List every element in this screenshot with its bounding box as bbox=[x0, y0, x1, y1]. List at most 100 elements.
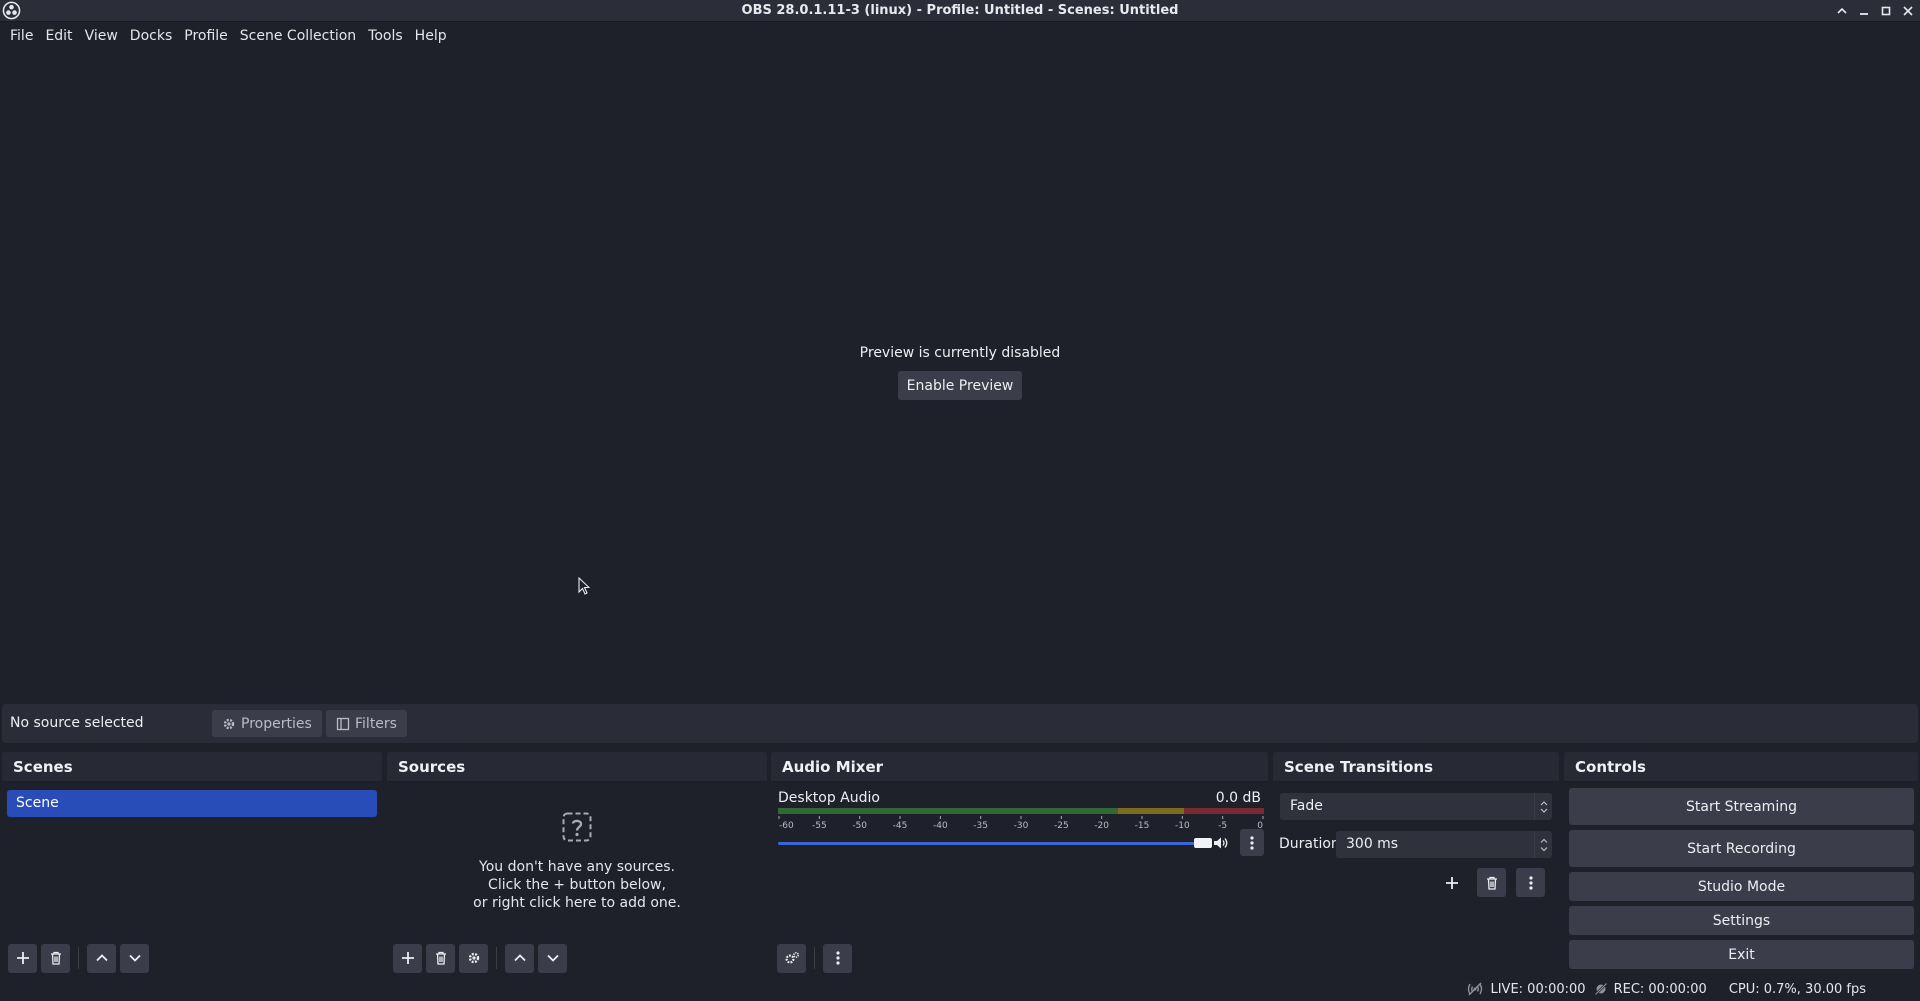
context-bar: No source selected Properties Filters bbox=[2, 704, 1918, 743]
menu-tools[interactable]: Tools bbox=[362, 23, 409, 49]
audio-mixer-toolbar bbox=[771, 941, 1268, 975]
shade-button[interactable] bbox=[1834, 0, 1850, 22]
properties-label: Properties bbox=[241, 715, 312, 732]
toolbar-separator bbox=[78, 947, 79, 969]
empty-sources-line-2: Click the + button below, bbox=[488, 877, 666, 893]
audio-mixer-dock: Audio Mixer Desktop Audio 0.0 dB -60 -55 -… bbox=[771, 752, 1268, 975]
vertical-dots-icon bbox=[835, 951, 840, 965]
desktop-audio-label: Desktop Audio bbox=[778, 790, 880, 806]
meter-scale-label: -25 bbox=[1054, 821, 1069, 830]
trash-icon bbox=[1486, 876, 1497, 890]
add-transition-button[interactable] bbox=[1437, 868, 1466, 897]
move-scene-up-button[interactable] bbox=[87, 943, 116, 973]
start-recording-button[interactable]: Start Recording bbox=[1569, 830, 1914, 867]
controls-dock-title: Controls bbox=[1564, 752, 1918, 782]
empty-sources-line-1: You don't have any sources. bbox=[479, 859, 675, 875]
trash-icon bbox=[435, 951, 446, 965]
add-source-button[interactable] bbox=[393, 943, 422, 973]
window-title: OBS 28.0.1.11-3 (linux) - Profile: Untit… bbox=[741, 3, 1179, 18]
audio-channel-menu-button[interactable] bbox=[1240, 829, 1264, 856]
meter-scale: -60 -55 -50 -45 -40 -35 -30 -25 -20 -15 -10 -5 0 bbox=[778, 816, 1264, 830]
sources-dock: Sources You don't have any sources. Clic… bbox=[387, 752, 767, 975]
controls-dock: Controls Start Streaming Start Recording… bbox=[1564, 752, 1918, 975]
speaker-icon bbox=[1214, 837, 1228, 848]
gears-icon bbox=[784, 951, 799, 964]
remove-transition-button[interactable] bbox=[1477, 868, 1506, 897]
chevron-up-icon bbox=[513, 954, 526, 962]
duration-label: Duration bbox=[1279, 836, 1340, 852]
menu-docks[interactable]: Docks bbox=[124, 23, 178, 49]
maximize-button[interactable] bbox=[1878, 0, 1894, 22]
menu-view[interactable]: View bbox=[79, 23, 124, 49]
rec-status: REC: 00:00:00 bbox=[1594, 982, 1707, 997]
close-icon bbox=[1903, 6, 1913, 16]
selection-status: No source selected bbox=[10, 715, 144, 731]
cpu-status: CPU: 0.7%, 30.00 fps bbox=[1729, 982, 1866, 997]
duration-input[interactable]: 300 ms bbox=[1336, 831, 1552, 858]
volume-slider-track[interactable] bbox=[778, 842, 1200, 845]
meter-scale-label: -15 bbox=[1135, 821, 1150, 830]
meter-scale-label: -10 bbox=[1175, 821, 1190, 830]
move-scene-down-button[interactable] bbox=[120, 943, 149, 973]
gear-icon bbox=[468, 952, 479, 964]
remove-source-button[interactable] bbox=[426, 943, 455, 973]
mute-button[interactable] bbox=[1208, 829, 1234, 856]
exit-button[interactable]: Exit bbox=[1569, 940, 1914, 969]
menu-file[interactable]: File bbox=[4, 23, 39, 49]
rec-timer: REC: 00:00:00 bbox=[1613, 981, 1707, 997]
up-down-arrows-icon bbox=[1540, 800, 1547, 813]
sources-toolbar bbox=[387, 941, 767, 975]
scenes-toolbar bbox=[2, 941, 382, 975]
mouse-cursor-icon bbox=[578, 577, 590, 595]
plus-icon bbox=[16, 952, 29, 964]
source-properties-button[interactable] bbox=[459, 943, 488, 973]
menu-edit[interactable]: Edit bbox=[39, 23, 78, 49]
empty-sources-hint: You don't have any sources. Click the + … bbox=[387, 812, 767, 912]
controls-body: Start Streaming Start Recording Studio M… bbox=[1564, 782, 1918, 975]
preview-area[interactable]: Preview is currently disabled Enable Pre… bbox=[0, 49, 1920, 703]
transition-properties-button[interactable] bbox=[1516, 868, 1545, 897]
chevron-up-icon bbox=[95, 954, 108, 962]
broadcast-off-icon bbox=[1468, 982, 1483, 996]
enable-preview-button[interactable]: Enable Preview bbox=[898, 371, 1022, 400]
menu-profile[interactable]: Profile bbox=[178, 23, 234, 49]
filters-button[interactable]: Filters bbox=[326, 710, 407, 737]
question-mark-icon bbox=[562, 812, 592, 842]
menu-help[interactable]: Help bbox=[409, 23, 453, 49]
trash-icon bbox=[50, 951, 61, 965]
close-button[interactable] bbox=[1900, 0, 1916, 22]
gear-icon bbox=[223, 718, 235, 729]
properties-button[interactable]: Properties bbox=[212, 710, 322, 737]
chevron-down-icon bbox=[546, 954, 559, 962]
start-streaming-button[interactable]: Start Streaming bbox=[1569, 788, 1914, 825]
advanced-audio-button[interactable] bbox=[777, 943, 806, 973]
chevron-up-icon bbox=[1837, 7, 1847, 14]
add-scene-button[interactable] bbox=[8, 943, 37, 973]
transition-select[interactable]: Fade bbox=[1280, 793, 1552, 820]
duration-stepper[interactable] bbox=[1534, 831, 1552, 858]
plus-icon bbox=[1445, 876, 1458, 889]
minimize-button[interactable] bbox=[1856, 0, 1872, 22]
menu-bar: File Edit View Docks Profile Scene Colle… bbox=[0, 23, 1920, 49]
meter-scale-label: -45 bbox=[893, 821, 908, 830]
toolbar-separator bbox=[496, 947, 497, 969]
live-status: LIVE: 00:00:00 bbox=[1466, 981, 1586, 997]
scene-transitions-dock-title: Scene Transitions bbox=[1273, 752, 1559, 782]
audio-mixer-menu-button[interactable] bbox=[823, 943, 852, 973]
settings-button[interactable]: Settings bbox=[1569, 906, 1914, 935]
desktop-audio-level: 0.0 dB bbox=[1215, 790, 1261, 806]
scene-list-item[interactable]: Scene bbox=[7, 790, 377, 817]
filters-icon bbox=[336, 717, 350, 730]
meter-scale-label: -40 bbox=[933, 821, 948, 830]
scenes-dock: Scenes Scene bbox=[2, 752, 382, 975]
menu-scene-collection[interactable]: Scene Collection bbox=[234, 23, 362, 49]
status-bar: LIVE: 00:00:00 REC: 00:00:00 CPU: 0.7%, … bbox=[0, 977, 1920, 1001]
vertical-dots-icon bbox=[1528, 875, 1533, 890]
move-source-up-button[interactable] bbox=[505, 943, 534, 973]
studio-mode-button[interactable]: Studio Mode bbox=[1569, 872, 1914, 901]
move-source-down-button[interactable] bbox=[538, 943, 567, 973]
meter-scale-label: -20 bbox=[1094, 821, 1109, 830]
live-timer: LIVE: 00:00:00 bbox=[1490, 981, 1586, 997]
remove-scene-button[interactable] bbox=[41, 943, 70, 973]
stepper-arrows-icon bbox=[1540, 838, 1547, 851]
